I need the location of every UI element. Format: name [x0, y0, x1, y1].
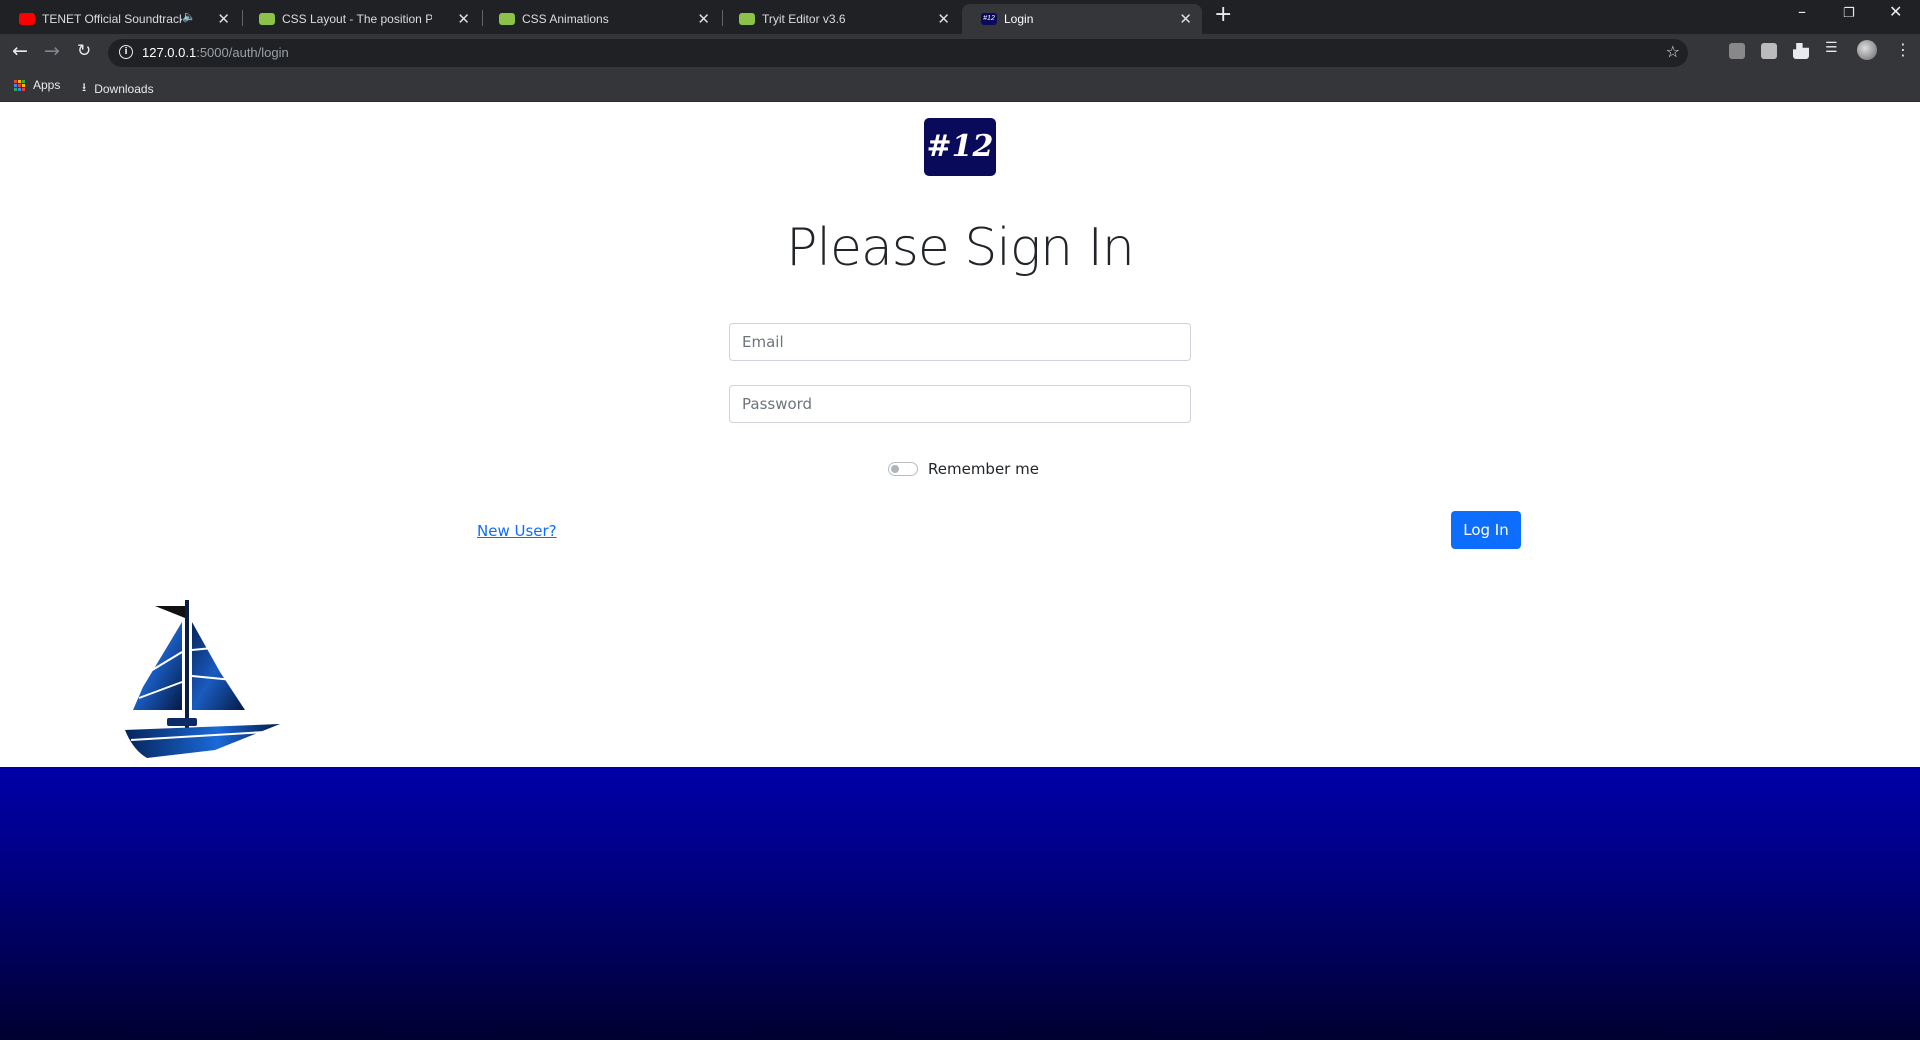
- back-button[interactable]: ←: [12, 40, 28, 62]
- media-control-icon[interactable]: ☰: [1825, 40, 1841, 56]
- tab-title: TENET Official Soundtrack | F: [42, 12, 182, 26]
- sailboat-illustration: [125, 600, 280, 758]
- sea-background: [0, 767, 1920, 1040]
- tab-title: Tryit Editor v3.6: [762, 12, 846, 26]
- site-logo[interactable]: #12: [924, 118, 996, 176]
- tab-title: Login: [1004, 12, 1034, 26]
- tab-tenet[interactable]: TENET Official Soundtrack | F 🔈 ✕: [0, 4, 240, 34]
- tab-css-animations[interactable]: CSS Animations ✕: [480, 4, 720, 34]
- youtube-icon: [19, 13, 35, 25]
- browser-toolbar: ← → ↻ i 127.0.0.1:5000/auth/login ☆ ☰ ⋮: [0, 34, 1920, 70]
- close-icon[interactable]: ✕: [937, 10, 950, 28]
- reload-button[interactable]: ↻: [77, 41, 91, 61]
- tab-login[interactable]: #12 Login ✕: [962, 4, 1202, 34]
- extension-icon[interactable]: [1761, 43, 1777, 59]
- bookmark-star-icon[interactable]: ☆: [1666, 42, 1680, 61]
- download-icon: ⭳: [82, 80, 87, 94]
- password-field[interactable]: [729, 385, 1191, 423]
- w3schools-icon: [739, 13, 755, 25]
- toggle-switch[interactable]: [888, 462, 918, 476]
- minimize-button[interactable]: –: [1798, 2, 1806, 21]
- remember-me-toggle[interactable]: Remember me: [888, 460, 1039, 478]
- extension-icon[interactable]: [1729, 43, 1745, 59]
- close-icon[interactable]: ✕: [457, 10, 470, 28]
- tab-title: CSS Layout - The position Proper: [282, 12, 432, 26]
- speaker-icon[interactable]: 🔈: [182, 10, 196, 23]
- page-title: Please Sign In: [786, 218, 1135, 278]
- restore-button[interactable]: ❐: [1843, 6, 1855, 21]
- new-user-link[interactable]: New User?: [477, 522, 557, 540]
- login-button[interactable]: Log In: [1451, 511, 1521, 549]
- bookmarks-bar: Apps ⭳ Downloads: [0, 70, 1920, 102]
- email-field[interactable]: [729, 323, 1191, 361]
- address-bar[interactable]: i 127.0.0.1:5000/auth/login ☆: [108, 39, 1688, 67]
- tab-css-position[interactable]: CSS Layout - The position Proper ✕: [240, 4, 480, 34]
- close-icon[interactable]: ✕: [697, 10, 710, 28]
- login-page: #12 Please Sign In Remember me New User?…: [0, 102, 1920, 1040]
- info-icon[interactable]: i: [119, 45, 133, 59]
- close-icon[interactable]: ✕: [217, 10, 230, 28]
- bookmark-downloads[interactable]: ⭳ Downloads: [82, 78, 154, 99]
- url-text[interactable]: 127.0.0.1:5000/auth/login: [142, 45, 289, 60]
- profile-avatar[interactable]: [1857, 40, 1877, 60]
- bookmark-label: Apps: [33, 78, 61, 92]
- w3schools-icon: [259, 13, 275, 25]
- apps-grid-icon: [14, 79, 25, 91]
- puzzle-icon[interactable]: [1793, 43, 1809, 59]
- forward-button[interactable]: →: [44, 40, 60, 62]
- new-tab-button[interactable]: +: [1214, 2, 1232, 27]
- bookmark-label: Downloads: [94, 81, 154, 96]
- tab-strip: TENET Official Soundtrack | F 🔈 ✕ CSS La…: [0, 0, 1920, 34]
- site-logo-icon: #12: [981, 13, 997, 25]
- remember-me-label: Remember me: [928, 460, 1039, 478]
- tab-title: CSS Animations: [522, 12, 609, 26]
- w3schools-icon: [499, 13, 515, 25]
- close-window-button[interactable]: ✕: [1889, 2, 1902, 21]
- close-icon[interactable]: ✕: [1179, 10, 1192, 28]
- bookmark-apps[interactable]: Apps: [14, 78, 60, 92]
- tab-tryit-editor[interactable]: Tryit Editor v3.6 ✕: [720, 4, 960, 34]
- menu-icon[interactable]: ⋮: [1895, 40, 1911, 59]
